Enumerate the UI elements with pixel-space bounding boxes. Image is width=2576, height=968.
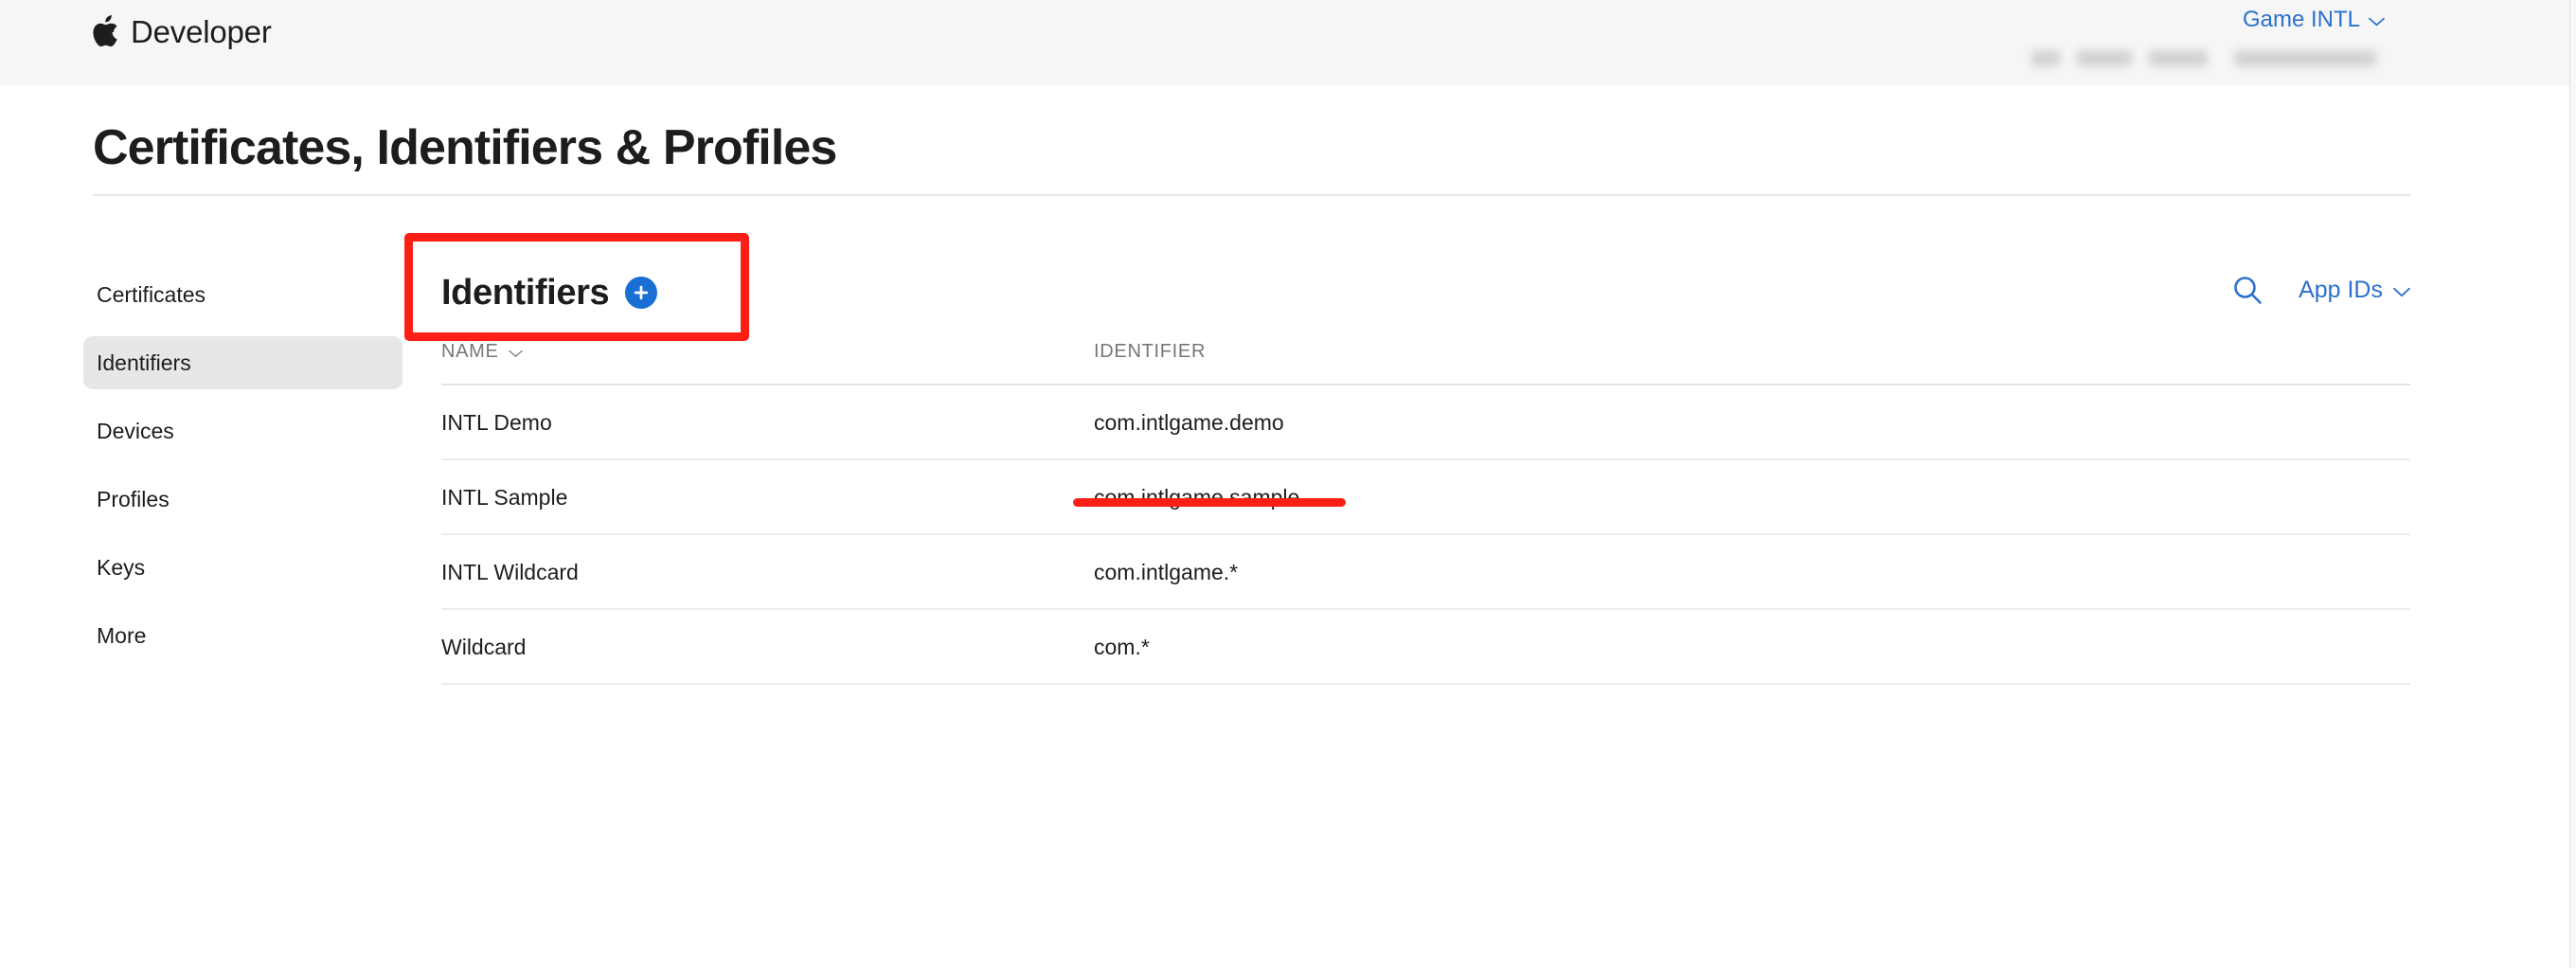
redacted-blob <box>2077 50 2132 66</box>
search-button[interactable] <box>2228 271 2266 309</box>
sidebar-item-label: Identifiers <box>97 350 191 376</box>
sidebar-item-profiles[interactable]: Profiles <box>83 473 402 526</box>
sidebar-item-more[interactable]: More <box>83 609 402 662</box>
table-row[interactable]: INTL Sample com.intlgame.sample <box>441 459 2410 534</box>
column-header-name-label: NAME <box>441 341 499 363</box>
chevron-down-icon <box>509 350 523 358</box>
sidebar-item-identifiers[interactable]: Identifiers <box>83 336 402 389</box>
team-menu[interactable]: Game INTL <box>2243 4 2385 36</box>
brand-label: Developer <box>131 16 272 47</box>
sidebar-nav: Certificates Identifiers Devices Profile… <box>83 268 402 677</box>
chevron-down-icon <box>2369 17 2385 27</box>
redacted-blob <box>2234 50 2376 66</box>
cell-identifier: com.intlgame.sample <box>1094 459 2410 534</box>
cell-name: INTL Wildcard <box>441 534 1094 609</box>
column-header-identifier: IDENTIFIER <box>1094 341 2410 385</box>
redacted-blob <box>2149 50 2208 66</box>
page-title: Certificates, Identifiers & Profiles <box>93 120 836 175</box>
identifiers-table: NAME IDENTIFIER INTL Demo <box>441 341 2410 685</box>
search-icon <box>2231 274 2263 306</box>
sidebar-item-devices[interactable]: Devices <box>83 404 402 457</box>
sidebar-item-label: Keys <box>97 555 145 581</box>
table-row[interactable]: Wildcard com.* <box>441 609 2410 684</box>
sidebar-item-keys[interactable]: Keys <box>83 541 402 594</box>
chevron-down-icon <box>2393 287 2410 297</box>
cell-name: Wildcard <box>441 609 1094 684</box>
team-menu-label: Game INTL <box>2243 7 2360 33</box>
sidebar-item-label: Devices <box>97 419 174 444</box>
cell-identifier: com.intlgame.* <box>1094 534 2410 609</box>
page-edge-strip <box>2569 0 2576 968</box>
apple-logo-icon <box>92 15 118 47</box>
global-nav: Developer Game INTL <box>0 0 2569 85</box>
main-content: Identifiers App IDs <box>441 258 2410 685</box>
section-title-group: Identifiers <box>441 275 657 311</box>
redacted-blob <box>2031 50 2060 66</box>
cell-identifier: com.intlgame.demo <box>1094 385 2410 459</box>
sidebar-item-label: Profiles <box>97 487 170 512</box>
table-body: INTL Demo com.intlgame.demo INTL Sample … <box>441 385 2410 684</box>
section-header-tools: App IDs <box>2228 271 2410 309</box>
section-header: Identifiers App IDs <box>441 258 2410 341</box>
account-info-redacted <box>2031 42 2393 74</box>
sidebar-item-label: More <box>97 623 146 649</box>
sidebar-item-certificates[interactable]: Certificates <box>83 268 402 321</box>
identifier-type-filter-label: App IDs <box>2299 277 2383 304</box>
identifier-type-filter[interactable]: App IDs <box>2299 277 2410 304</box>
section-title: Identifiers <box>441 275 609 311</box>
brand-logo[interactable]: Developer <box>92 11 272 51</box>
table-header: NAME IDENTIFIER <box>441 341 2410 385</box>
column-header-identifier-label: IDENTIFIER <box>1094 341 1206 363</box>
page-root: Developer Game INTL Certificates, Identi… <box>0 0 2576 968</box>
title-divider <box>93 194 2410 196</box>
sidebar-item-label: Certificates <box>97 282 206 308</box>
add-identifier-button[interactable] <box>625 277 657 309</box>
cell-name: INTL Sample <box>441 459 1094 534</box>
table-row[interactable]: INTL Demo com.intlgame.demo <box>441 385 2410 459</box>
table-row[interactable]: INTL Wildcard com.intlgame.* <box>441 534 2410 609</box>
plus-icon <box>632 283 651 302</box>
table-header-row: NAME IDENTIFIER <box>441 341 2410 385</box>
cell-identifier: com.* <box>1094 609 2410 684</box>
column-header-name[interactable]: NAME <box>441 341 1094 385</box>
cell-name: INTL Demo <box>441 385 1094 459</box>
